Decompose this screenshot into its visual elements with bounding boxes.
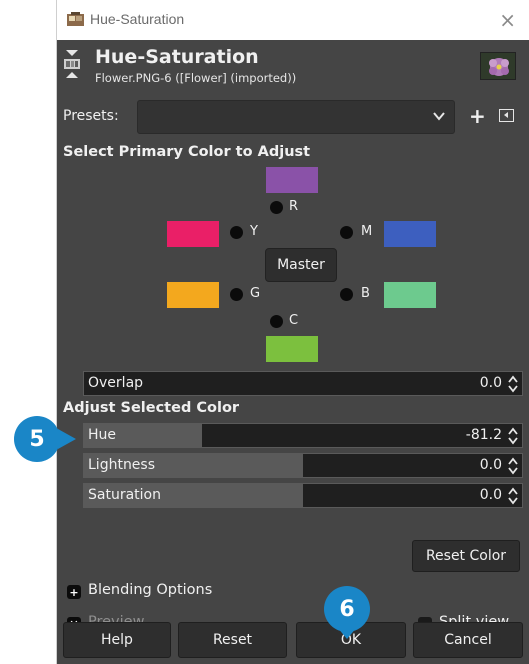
lightness-label: Lightness [88,457,156,473]
overlap-label: Overlap [88,375,144,391]
spin-arrows-icon[interactable] [508,457,518,475]
hue-saturation-dialog: Hue-Saturation × Hue-Saturation Flower.P… [56,0,529,664]
swatch-yellow[interactable] [167,221,219,247]
overlap-value: 0.0 [479,375,502,391]
image-name: Flower.PNG-6 ([Flower] (imported)) [95,71,297,85]
radio-yellow-label: Y [250,224,258,239]
radio-green[interactable] [230,288,243,301]
chevron-down-icon [433,112,445,121]
swatch-red[interactable] [266,167,318,193]
image-thumbnail [480,52,516,80]
spin-arrows-icon[interactable] [508,375,518,393]
callout-step-6-pointer [337,627,357,639]
help-button[interactable]: Help [63,622,171,658]
callout-step-5-pointer [58,429,76,449]
swatch-blue[interactable] [384,282,436,308]
help-label: Help [101,632,133,648]
radio-blue-label: B [361,286,370,301]
lightness-spinscale[interactable]: Lightness 0.0 [83,453,523,478]
lightness-value: 0.0 [479,457,502,473]
reset-label: Reset [212,632,253,648]
add-preset-icon[interactable]: + [469,104,486,128]
presets-label: Presets: [63,108,119,124]
dialog-title: Hue-Saturation [95,46,259,68]
master-label: Master [277,257,325,273]
radio-blue[interactable] [340,288,353,301]
callout-step-6: 6 [324,586,370,632]
cancel-label: Cancel [444,632,492,648]
cancel-button[interactable]: Cancel [413,622,523,658]
hue-saturation-icon [64,50,80,78]
saturation-value: 0.0 [479,487,502,503]
expand-plus-icon[interactable]: + [67,585,81,599]
saturation-spinscale[interactable]: Saturation 0.0 [83,483,523,508]
hue-label: Hue [88,427,117,443]
presets-dropdown[interactable] [137,100,455,134]
spin-arrows-icon[interactable] [508,427,518,445]
primary-color-heading: Select Primary Color to Adjust [63,144,311,160]
hue-spinscale[interactable]: Hue -81.2 [83,423,523,448]
radio-magenta[interactable] [340,226,353,239]
callout-step-6-number: 6 [339,596,355,622]
radio-cyan-label: C [289,313,299,328]
radio-red-label: R [289,199,299,214]
master-button[interactable]: Master [265,248,337,282]
radio-cyan[interactable] [270,315,283,328]
radio-magenta-label: M [361,224,373,239]
reset-color-label: Reset Color [425,548,507,564]
presets-menu-icon[interactable] [499,109,514,122]
adjust-color-heading: Adjust Selected Color [63,400,240,416]
presets-row: Presets: + [57,98,529,136]
swatch-green[interactable] [167,282,219,308]
window-title: Hue-Saturation [90,11,185,27]
swatch-magenta[interactable] [384,221,436,247]
window-titlebar: Hue-Saturation × [57,0,529,40]
gimp-app-icon [67,12,84,26]
saturation-label: Saturation [88,487,161,503]
overlap-spinscale[interactable]: Overlap 0.0 [83,371,523,396]
radio-red[interactable] [270,201,283,214]
callout-step-5: 5 [14,416,60,462]
blending-options-label[interactable]: Blending Options [88,582,212,598]
radio-yellow[interactable] [230,226,243,239]
callout-step-5-number: 5 [29,426,45,452]
hue-value: -81.2 [465,427,502,443]
dialog-header: Hue-Saturation Flower.PNG-6 ([Flower] (i… [57,40,529,92]
reset-color-button[interactable]: Reset Color [412,540,520,572]
reset-button[interactable]: Reset [178,622,287,658]
close-icon[interactable]: × [499,8,516,32]
radio-green-label: G [250,286,261,301]
swatch-cyan[interactable] [266,336,318,362]
spin-arrows-icon[interactable] [508,487,518,505]
